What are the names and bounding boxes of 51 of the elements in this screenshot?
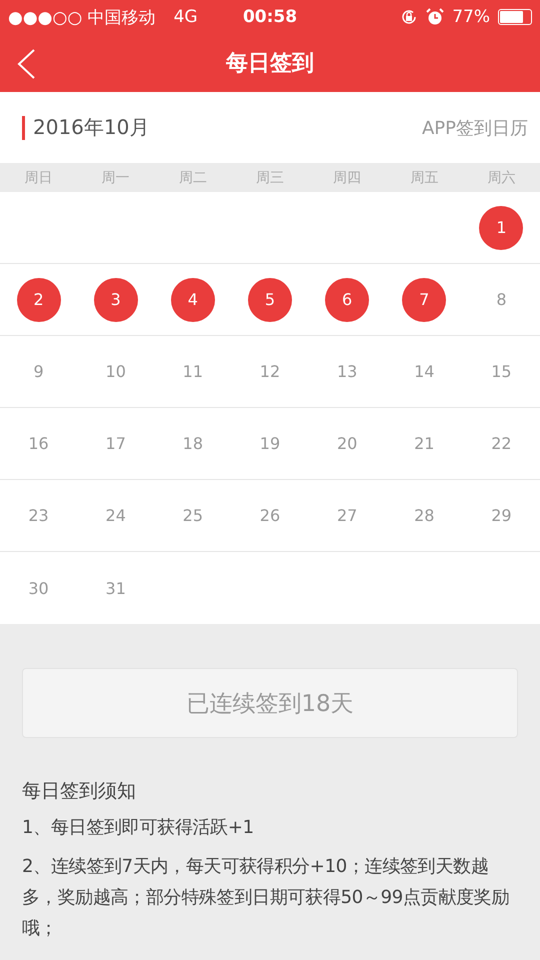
signed-day[interactable]: 1: [479, 206, 524, 250]
network-type: 4G: [174, 7, 198, 27]
calendar-day[interactable]: 9: [16, 350, 61, 394]
weekday-label: 周一: [102, 168, 130, 186]
calendar-day[interactable]: 31: [94, 566, 138, 610]
alarm-icon: [426, 8, 444, 26]
signed-day[interactable]: 2: [16, 278, 61, 322]
calendar-day[interactable]: 29: [479, 494, 524, 538]
calendar-day[interactable]: 17: [94, 422, 138, 466]
calendar-day[interactable]: 20: [325, 422, 370, 466]
signed-day[interactable]: 6: [325, 278, 370, 322]
calendar-day[interactable]: 26: [248, 494, 292, 538]
calendar-link[interactable]: APP签到日历: [422, 116, 528, 140]
signed-day[interactable]: 7: [402, 278, 446, 322]
page-title: 每日签到: [226, 50, 314, 78]
calendar-day[interactable]: 21: [402, 422, 446, 466]
signed-day[interactable]: 5: [248, 278, 292, 322]
signed-day[interactable]: 3: [94, 278, 138, 322]
weekday-label: 周二: [178, 168, 207, 186]
calendar-day[interactable]: 12: [248, 350, 292, 394]
rotation-lock-icon: [400, 8, 418, 26]
calendar-day[interactable]: 25: [170, 494, 215, 538]
calendar-day[interactable]: 27: [325, 494, 370, 538]
battery-percent: 77%: [452, 7, 490, 27]
calendar-day[interactable]: 28: [402, 494, 446, 538]
calendar-day[interactable]: 13: [325, 350, 370, 394]
calendar-day[interactable]: 14: [402, 350, 446, 394]
notes-item: 2、连续签到7天内，每天可获得积分+10；连续签到天数越多，奖励越高；部分特殊签到日期可获得50～99点贡献度奖励哦；: [22, 855, 510, 941]
battery-icon: [498, 9, 532, 25]
weekday-label: 周四: [333, 168, 362, 186]
calendar-day[interactable]: 24: [94, 494, 138, 538]
weekday-label: 周三: [256, 168, 284, 186]
calendar-day[interactable]: 23: [16, 494, 61, 538]
notes-item: 1、每日签到即可获得活跃+1: [22, 816, 255, 840]
calendar-day[interactable]: 30: [16, 566, 61, 610]
calendar-day[interactable]: 22: [479, 422, 524, 466]
weekday-label: 周五: [410, 168, 438, 186]
calendar-day[interactable]: 11: [170, 350, 215, 394]
calendar-day[interactable]: 18: [170, 422, 215, 466]
signed-day[interactable]: 4: [170, 278, 215, 322]
calendar-day[interactable]: 19: [248, 422, 292, 466]
calendar-day[interactable]: 10: [94, 350, 138, 394]
notes-title: 每日签到须知: [22, 779, 137, 804]
weekday-label: 周日: [24, 168, 53, 186]
calendar-day[interactable]: 8: [479, 278, 524, 322]
calendar-day[interactable]: 15: [479, 350, 524, 394]
clock-time: 00:58: [242, 7, 298, 27]
weekday-label: 周六: [487, 168, 516, 186]
carrier-name: ●●●○○ 中国移动: [8, 6, 156, 28]
month-label: 2016年10月: [33, 114, 150, 141]
calendar-day[interactable]: 16: [16, 422, 61, 466]
